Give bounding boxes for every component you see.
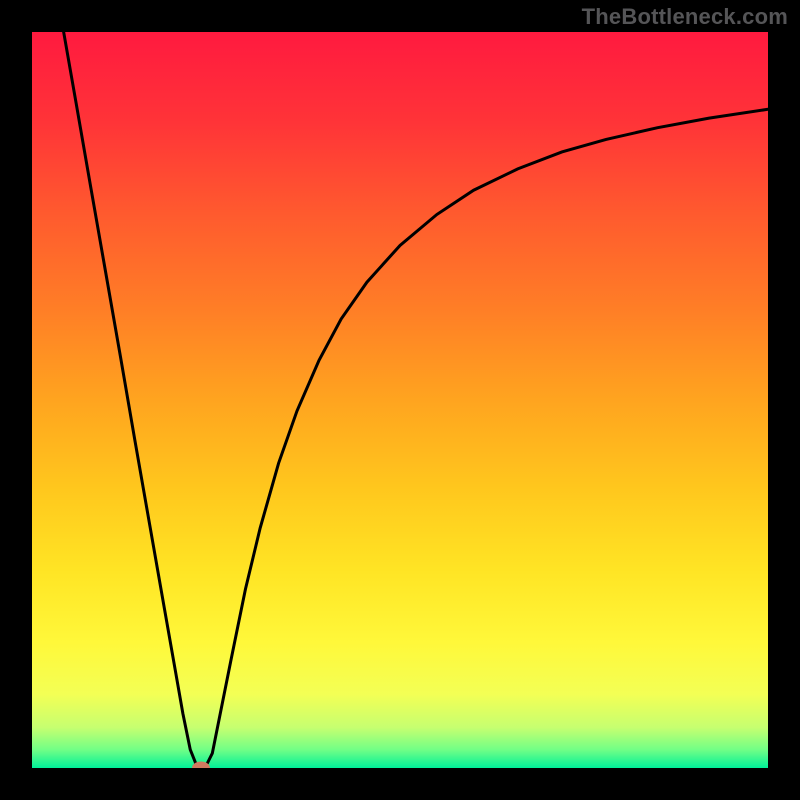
bottleneck-curve [32,32,768,768]
watermark-text: TheBottleneck.com [582,4,788,30]
optimal-point-marker [192,762,210,769]
chart-area [32,32,768,768]
